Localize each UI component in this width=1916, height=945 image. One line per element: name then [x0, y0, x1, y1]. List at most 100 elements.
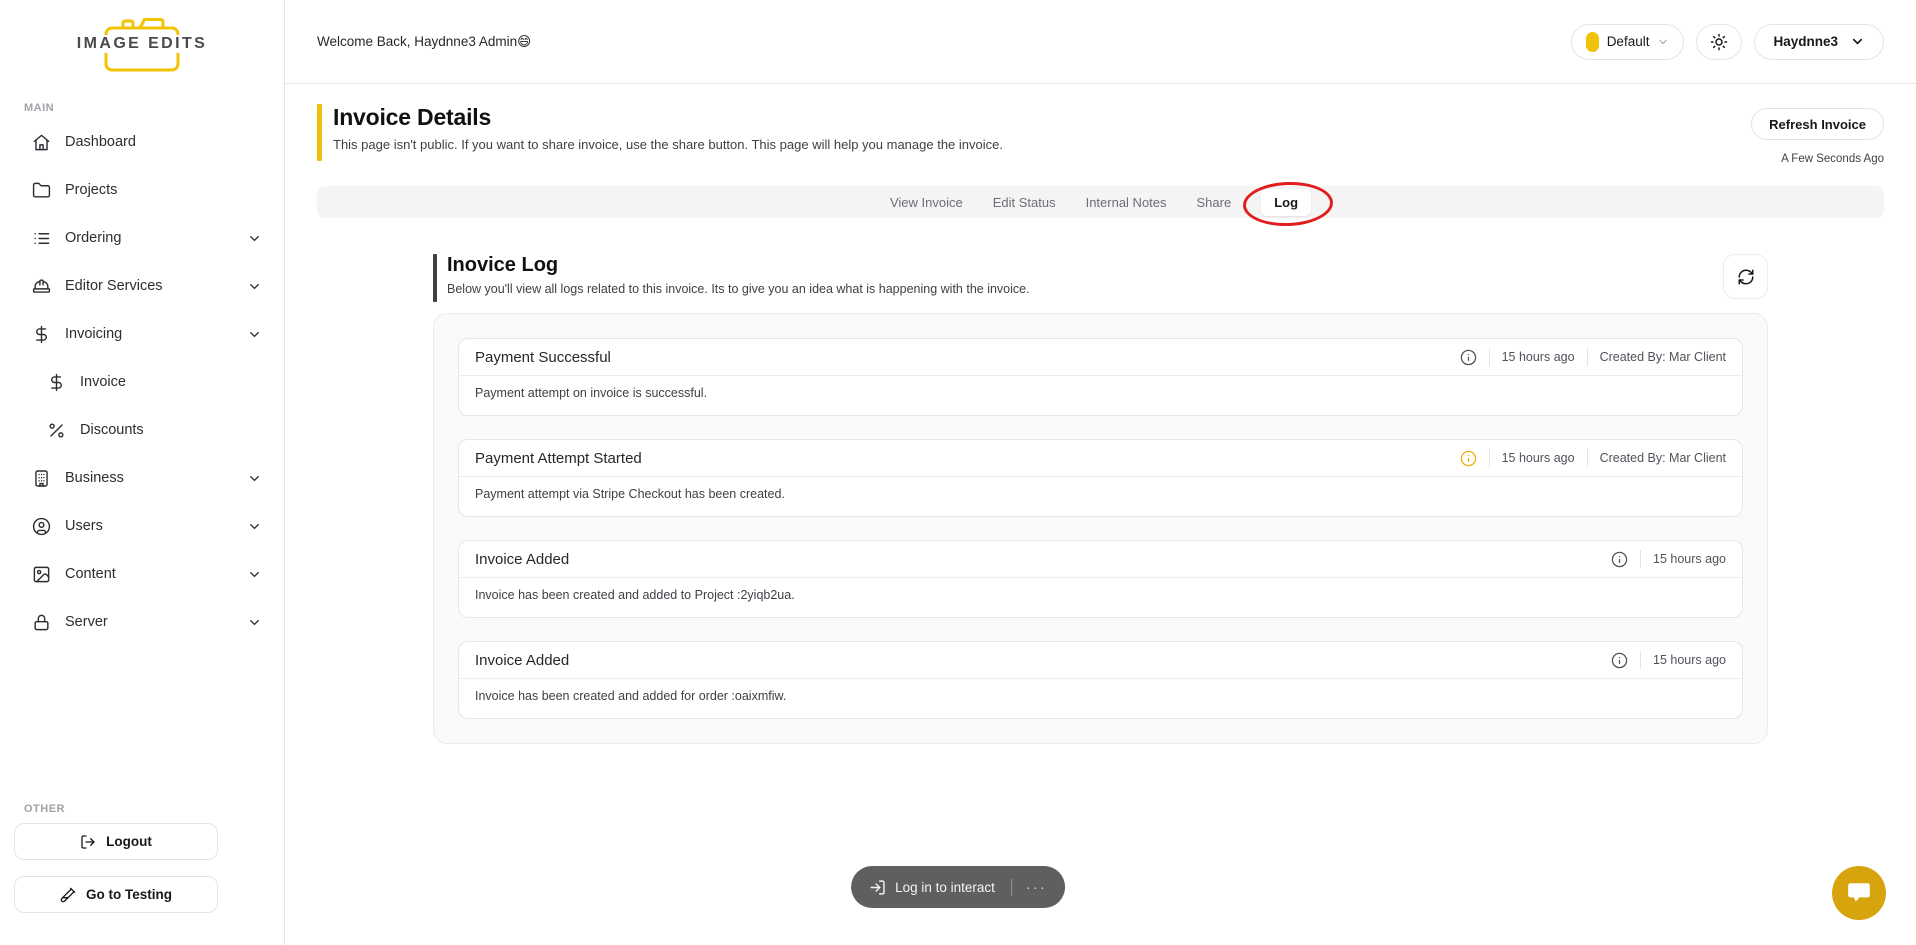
ordered-list-icon: [32, 229, 51, 248]
dollar-icon: [32, 325, 51, 344]
log-entry-header: Payment Attempt Started 15 hours ago Cre…: [459, 440, 1742, 477]
sidebar-item-users[interactable]: Users: [14, 506, 270, 546]
tab-view-invoice[interactable]: View Invoice: [890, 195, 963, 210]
sidebar-spacer: [0, 650, 284, 803]
meta-divider: [1587, 348, 1588, 366]
log-entry-header: Payment Successful 15 hours ago Created …: [459, 339, 1742, 376]
topbar-controls: Default Haydnne3: [1571, 24, 1884, 60]
chat-bubble-icon: [1846, 880, 1872, 906]
user-menu-label: Haydnne3: [1773, 34, 1838, 49]
info-warning-icon: [1460, 450, 1477, 467]
sidebar-item-invoicing[interactable]: Invoicing: [14, 314, 270, 354]
sidebar-item-label: Dashboard: [65, 134, 136, 150]
chevron-down-icon: [247, 471, 262, 486]
sidebar-item-business[interactable]: Business: [14, 458, 270, 498]
log-section-header: Inovice Log Below you'll view all logs r…: [433, 254, 1768, 302]
refresh-invoice-button[interactable]: Refresh Invoice: [1751, 108, 1884, 140]
login-toast-label: Log in to interact: [895, 880, 995, 895]
log-title-block: Inovice Log Below you'll view all logs r…: [447, 254, 1030, 302]
refresh-icon: [1737, 268, 1755, 286]
page-header-right: Refresh Invoice A Few Seconds Ago: [1751, 108, 1884, 165]
info-icon: [1611, 652, 1628, 669]
log-entry-title: Payment Successful: [475, 349, 611, 366]
page-header-left: Invoice Details This page isn't public. …: [317, 104, 1003, 161]
login-toast[interactable]: Log in to interact ···: [851, 866, 1065, 908]
go-to-testing-button[interactable]: Go to Testing: [14, 876, 218, 913]
log-entry-payment-successful: Payment Successful 15 hours ago Created …: [458, 338, 1743, 416]
log-section-header-left: Inovice Log Below you'll view all logs r…: [433, 254, 1030, 302]
log-section-title: Inovice Log: [447, 254, 1030, 277]
sidebar-item-ordering[interactable]: Ordering: [14, 218, 270, 258]
sidebar: IMAGE EDITS MAIN Dashboard Projects Orde…: [0, 0, 285, 945]
theme-toggle-button[interactable]: [1696, 24, 1742, 60]
logout-button[interactable]: Logout: [14, 823, 218, 860]
log-entry-description: Payment attempt via Stripe Checkout has …: [459, 477, 1742, 516]
logout-label: Logout: [106, 834, 152, 849]
log-entry-meta: 15 hours ago Created By: Mar Client: [1460, 348, 1726, 366]
sidebar-item-label: Content: [65, 566, 116, 582]
chevron-down-icon: [1850, 34, 1865, 49]
sidebar-item-projects[interactable]: Projects: [14, 170, 270, 210]
page-content: Invoice Details This page isn't public. …: [285, 84, 1916, 945]
workspace-label: Default: [1607, 34, 1650, 49]
go-to-testing-label: Go to Testing: [86, 887, 172, 902]
log-entry-meta: 15 hours ago: [1611, 651, 1726, 669]
refresh-hint: A Few Seconds Ago: [1781, 153, 1884, 165]
logout-icon: [80, 834, 96, 850]
meta-divider: [1640, 550, 1641, 568]
sidebar-section-main: MAIN: [24, 102, 284, 114]
workspace-color-swatch: [1586, 32, 1599, 52]
sidebar-item-server[interactable]: Server: [14, 602, 270, 642]
meta-divider: [1489, 449, 1490, 467]
sidebar-item-invoice[interactable]: Invoice: [14, 362, 270, 402]
sidebar-item-editor-services[interactable]: Editor Services: [14, 266, 270, 306]
title-accent-bar: [317, 104, 322, 161]
app-root: IMAGE EDITS MAIN Dashboard Projects Orde…: [0, 0, 1916, 945]
welcome-emoji: 😄: [517, 34, 531, 49]
info-icon: [1611, 551, 1628, 568]
log-entry-description: Invoice has been created and added for o…: [459, 679, 1742, 718]
log-entry-created-by: Created By: Mar Client: [1600, 350, 1726, 364]
chevron-down-icon: [247, 567, 262, 582]
sun-icon: [1710, 33, 1728, 51]
welcome-text: Welcome Back, Haydnne3 Admin: [317, 34, 517, 49]
log-section-subtitle: Below you'll view all logs related to th…: [447, 282, 1030, 296]
page-subtitle: This page isn't public. If you want to s…: [333, 137, 1003, 152]
sidebar-item-label: Invoice: [80, 374, 126, 390]
invoice-tabbar: View Invoice Edit Status Internal Notes …: [317, 186, 1884, 218]
log-entry-time: 15 hours ago: [1502, 451, 1575, 465]
toast-more-button[interactable]: ···: [1016, 875, 1057, 900]
workspace-selector[interactable]: Default: [1571, 24, 1685, 60]
chevron-down-icon: [247, 327, 262, 342]
toast-divider: [1011, 879, 1012, 896]
tab-log-wrapper: Log: [1261, 189, 1311, 216]
meta-divider: [1587, 449, 1588, 467]
tab-internal-notes[interactable]: Internal Notes: [1086, 195, 1167, 210]
log-list: Payment Successful 15 hours ago Created …: [433, 313, 1768, 744]
sidebar-item-label: Users: [65, 518, 103, 534]
sidebar-item-discounts[interactable]: Discounts: [14, 410, 270, 450]
refresh-log-button[interactable]: [1723, 254, 1768, 299]
login-icon: [869, 879, 886, 896]
logo[interactable]: IMAGE EDITS: [0, 12, 284, 78]
tab-edit-status[interactable]: Edit Status: [993, 195, 1056, 210]
topbar: Welcome Back, Haydnne3 Admin😄 Default Ha…: [285, 0, 1916, 84]
log-entry-created-by: Created By: Mar Client: [1600, 451, 1726, 465]
lock-icon: [32, 613, 51, 632]
sidebar-section-other: OTHER: [24, 803, 284, 815]
log-entry-description: Invoice has been created and added to Pr…: [459, 578, 1742, 617]
home-icon: [32, 133, 51, 152]
log-entry-time: 15 hours ago: [1502, 350, 1575, 364]
hard-hat-icon: [32, 277, 51, 296]
page-title-block: Invoice Details This page isn't public. …: [333, 104, 1003, 161]
log-entry-header: Invoice Added 15 hours ago: [459, 642, 1742, 679]
chat-widget-button[interactable]: [1832, 866, 1886, 920]
tab-share[interactable]: Share: [1197, 195, 1232, 210]
user-menu[interactable]: Haydnne3: [1754, 24, 1884, 60]
sidebar-item-dashboard[interactable]: Dashboard: [14, 122, 270, 162]
sidebar-item-content[interactable]: Content: [14, 554, 270, 594]
page-title: Invoice Details: [333, 104, 1003, 131]
meta-divider: [1489, 348, 1490, 366]
page-header: Invoice Details This page isn't public. …: [317, 104, 1884, 165]
tab-log[interactable]: Log: [1261, 189, 1311, 216]
